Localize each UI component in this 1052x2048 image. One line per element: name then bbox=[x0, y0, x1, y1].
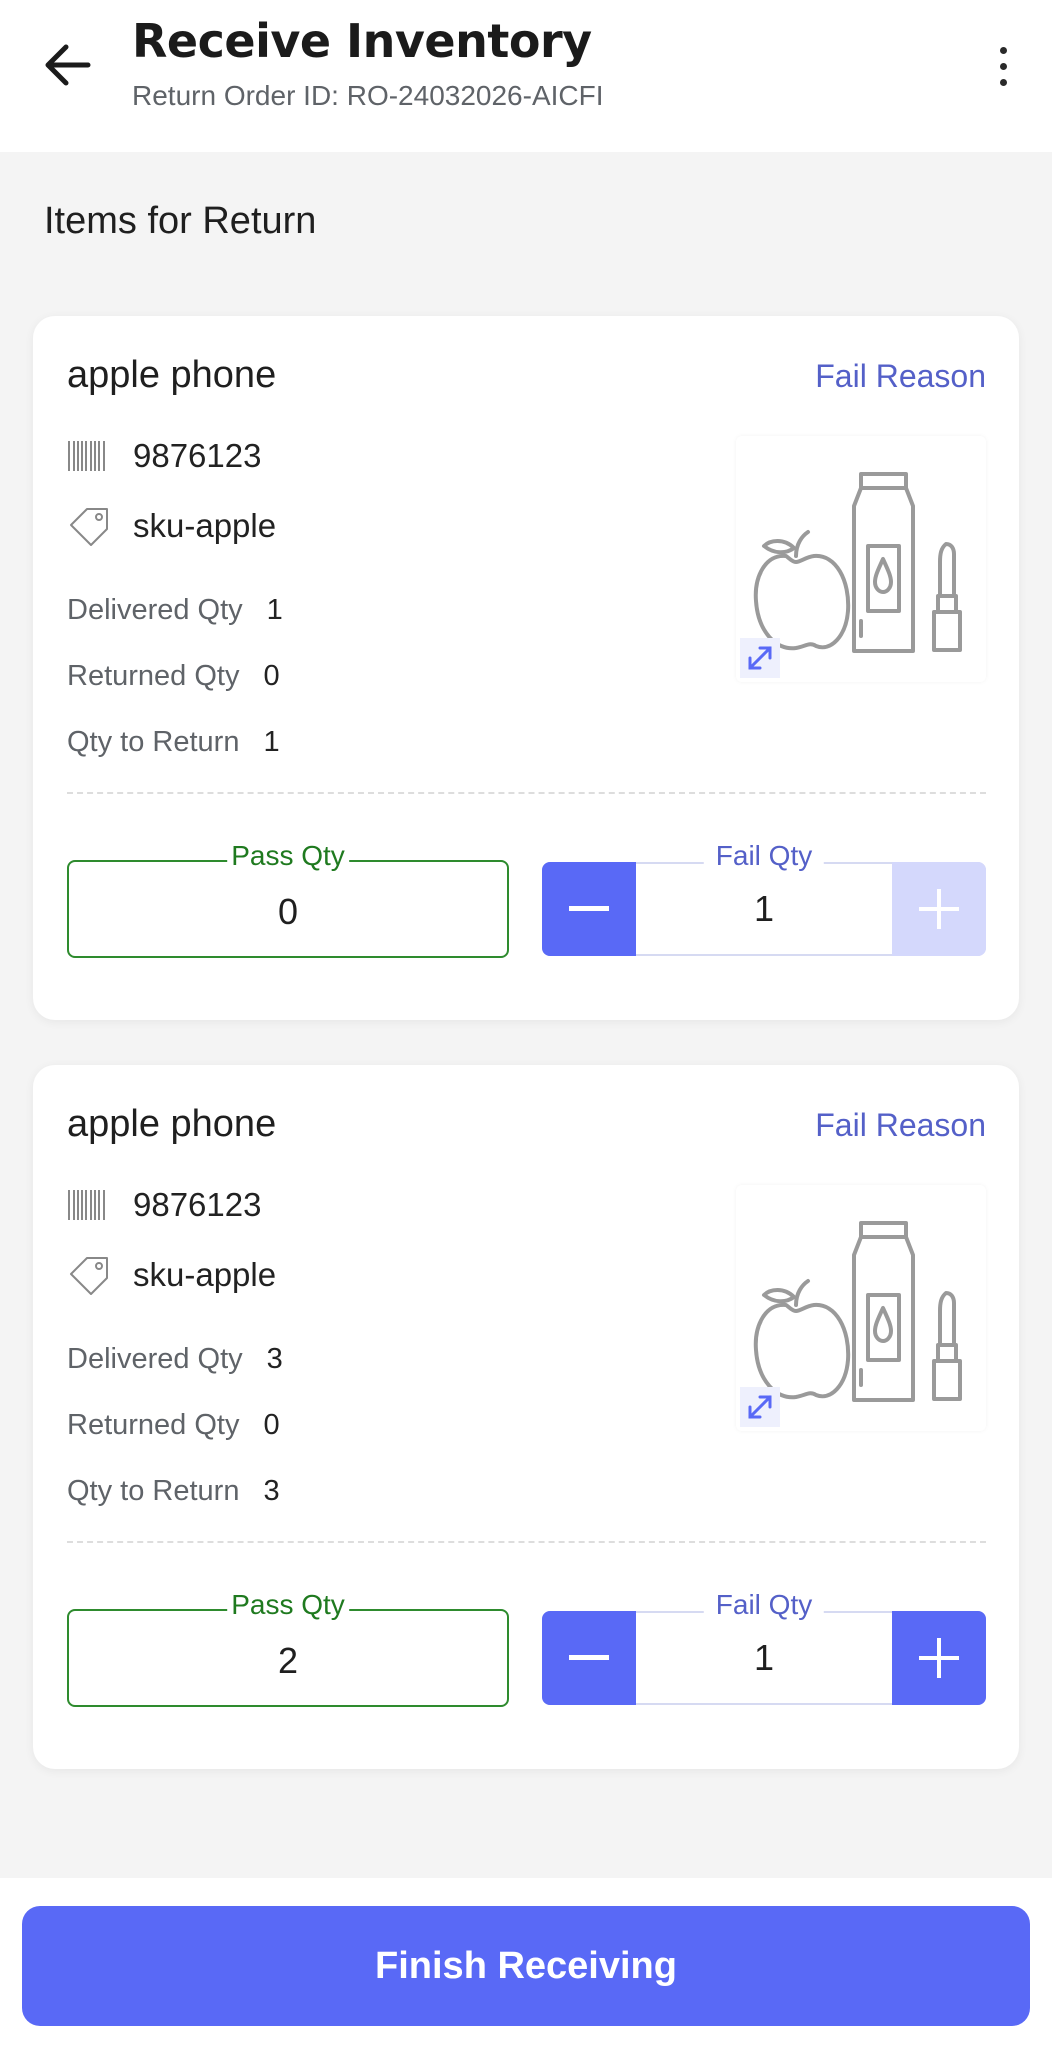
qty-to-return-value: 3 bbox=[263, 1475, 280, 1507]
footer-bar: Finish Receiving bbox=[0, 1878, 1052, 2048]
section-title: Items for Return bbox=[44, 200, 317, 242]
returned-qty-label: Returned Qty bbox=[67, 660, 240, 692]
pass-qty-label: Pass Qty bbox=[227, 840, 349, 872]
fail-qty-value[interactable]: 1 bbox=[636, 864, 892, 954]
delivered-qty-row: Delivered Qty 3 bbox=[67, 1343, 283, 1376]
returned-qty-label: Returned Qty bbox=[67, 1409, 240, 1441]
tag-icon bbox=[67, 506, 111, 546]
pass-qty-field[interactable]: Pass Qty 2 bbox=[67, 1589, 509, 1707]
pass-qty-label: Pass Qty bbox=[227, 1589, 349, 1621]
sku-value: sku-apple bbox=[133, 507, 277, 544]
decrease-fail-qty-button[interactable] bbox=[542, 862, 636, 956]
sku-row: sku-apple bbox=[67, 1255, 276, 1295]
pass-qty-value[interactable]: 2 bbox=[278, 1640, 298, 1682]
qty-to-return-label: Qty to Return bbox=[67, 726, 240, 758]
more-vertical-icon bbox=[999, 46, 1007, 54]
divider bbox=[67, 792, 986, 794]
qty-to-return-value: 1 bbox=[263, 726, 280, 758]
arrow-left-icon bbox=[45, 44, 91, 86]
finish-receiving-button[interactable]: Finish Receiving bbox=[22, 1906, 1030, 2026]
returned-qty-row: Returned Qty 0 bbox=[67, 1409, 280, 1442]
divider bbox=[67, 1541, 986, 1543]
product-name: apple phone bbox=[67, 354, 277, 396]
delivered-qty-row: Delivered Qty 1 bbox=[67, 594, 283, 627]
plus-icon bbox=[919, 1638, 959, 1678]
delivered-qty-label: Delivered Qty bbox=[67, 594, 243, 626]
fail-reason-link[interactable]: Fail Reason bbox=[815, 358, 986, 395]
page-title: Receive Inventory bbox=[132, 14, 592, 68]
expand-icon[interactable] bbox=[740, 638, 780, 678]
sku-value: sku-apple bbox=[133, 1256, 277, 1293]
qty-to-return-row: Qty to Return 3 bbox=[67, 1475, 280, 1508]
qty-to-return-label: Qty to Return bbox=[67, 1475, 240, 1507]
barcode-row: 9876123 bbox=[67, 436, 261, 476]
product-image[interactable] bbox=[736, 1185, 986, 1431]
returned-qty-value: 0 bbox=[263, 660, 280, 692]
pass-qty-field[interactable]: Pass Qty 0 bbox=[67, 840, 509, 958]
pass-qty-value[interactable]: 0 bbox=[278, 891, 298, 933]
barcode-value: 9876123 bbox=[133, 1186, 262, 1223]
returned-qty-row: Returned Qty 0 bbox=[67, 660, 280, 693]
minus-icon bbox=[569, 906, 609, 911]
barcode-icon bbox=[67, 436, 111, 476]
return-item-card: apple phone Fail Reason 9876123 sku-appl… bbox=[33, 1065, 1019, 1769]
app-header: Receive Inventory Return Order ID: RO-24… bbox=[0, 0, 1052, 152]
returned-qty-value: 0 bbox=[263, 1409, 280, 1441]
qty-to-return-row: Qty to Return 1 bbox=[67, 726, 280, 759]
expand-icon[interactable] bbox=[740, 1387, 780, 1427]
fail-qty-stepper: Fail Qty 1 bbox=[542, 840, 986, 956]
return-item-card: apple phone Fail Reason 9876123 sku-appl… bbox=[33, 316, 1019, 1020]
tag-icon bbox=[67, 1255, 111, 1295]
delivered-qty-value: 1 bbox=[266, 594, 283, 626]
minus-icon bbox=[569, 1655, 609, 1660]
barcode-value: 9876123 bbox=[133, 437, 262, 474]
more-options-button[interactable] bbox=[978, 36, 1028, 96]
increase-fail-qty-button[interactable] bbox=[892, 1611, 986, 1705]
plus-icon bbox=[919, 889, 959, 929]
barcode-row: 9876123 bbox=[67, 1185, 261, 1225]
delivered-qty-label: Delivered Qty bbox=[67, 1343, 243, 1375]
fail-reason-link[interactable]: Fail Reason bbox=[815, 1107, 986, 1144]
return-order-id: Return Order ID: RO-24032026-AICFI bbox=[132, 80, 604, 111]
product-image[interactable] bbox=[736, 436, 986, 682]
increase-fail-qty-button[interactable] bbox=[892, 862, 986, 956]
fail-qty-stepper: Fail Qty 1 bbox=[542, 1589, 986, 1705]
sku-row: sku-apple bbox=[67, 506, 276, 546]
product-name: apple phone bbox=[67, 1103, 277, 1145]
delivered-qty-value: 3 bbox=[266, 1343, 283, 1375]
barcode-icon bbox=[67, 1185, 111, 1225]
decrease-fail-qty-button[interactable] bbox=[542, 1611, 636, 1705]
back-button[interactable] bbox=[32, 30, 102, 100]
fail-qty-value[interactable]: 1 bbox=[636, 1613, 892, 1703]
